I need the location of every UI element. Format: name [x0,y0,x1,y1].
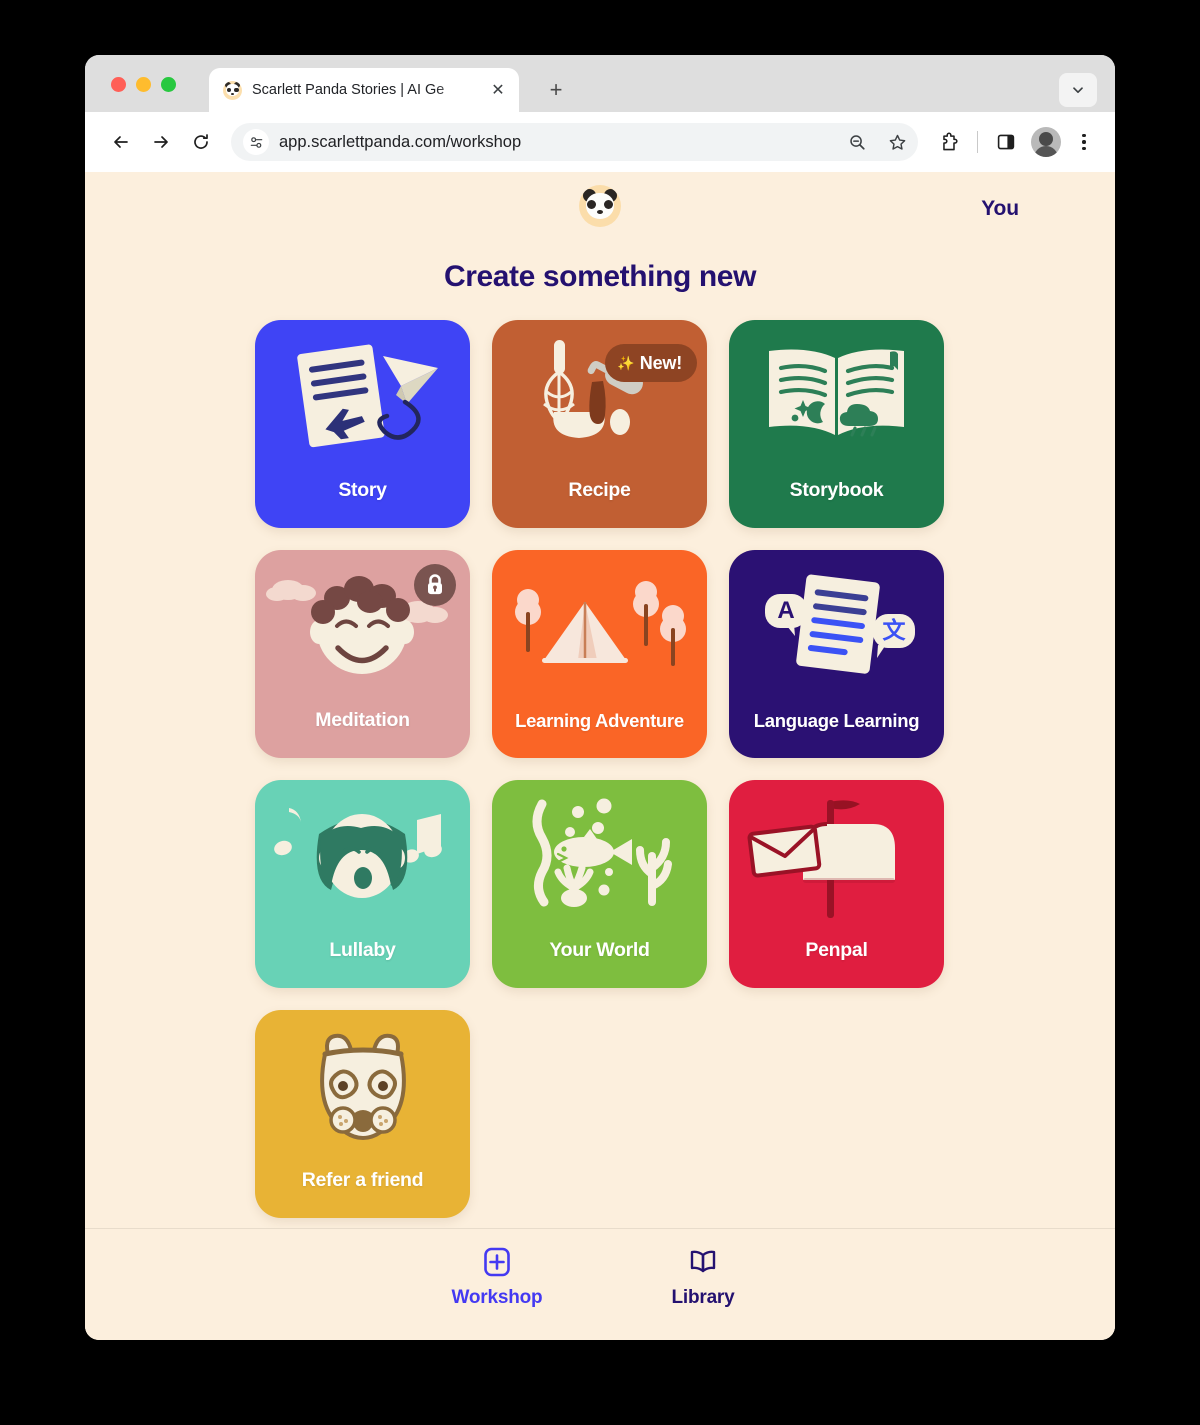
create-card-grid: Story ✨ New! Recipe Storybook Meditation… [255,320,945,1218]
panda-face-icon [255,1024,470,1154]
nav-item-library[interactable]: Library [639,1246,767,1309]
star-icon[interactable] [882,127,912,157]
screenshot-root: Scarlett Panda Stories | AI Ge ✕ + app.s… [0,0,1200,1425]
card-your-world[interactable]: Your World [492,780,707,988]
new-tab-button[interactable]: + [541,75,571,105]
card-learning-adventure[interactable]: Learning Adventure [492,550,707,758]
nav-label-workshop: Workshop [451,1287,543,1308]
card-lullaby[interactable]: Lullaby [255,780,470,988]
plus-square-icon [481,1246,513,1278]
singing-girl-notes-icon [255,794,470,924]
mailbox-envelope-icon [729,794,944,924]
forward-arrow-icon[interactable] [143,124,179,160]
nav-label-library: Library [671,1287,735,1308]
minimize-window-button[interactable] [136,77,151,92]
card-recipe[interactable]: ✨ New! Recipe [492,320,707,528]
card-label: Recipe [568,479,631,501]
card-story[interactable]: Story [255,320,470,528]
address-bar[interactable]: app.scarlettpanda.com/workshop [231,123,918,161]
card-label: Story [338,479,387,501]
sparkle-icon: ✨ [617,354,635,371]
side-panel-icon[interactable] [989,125,1023,159]
maximize-window-button[interactable] [161,77,176,92]
toolbar-divider [977,131,978,153]
site-settings-icon[interactable] [243,129,269,155]
card-label: Storybook [789,479,884,501]
card-storybook[interactable]: Storybook [729,320,944,528]
browser-window: Scarlett Panda Stories | AI Ge ✕ + app.s… [85,55,1115,1340]
reload-icon[interactable] [183,124,219,160]
open-book-icon [729,334,944,464]
card-penpal[interactable]: Penpal [729,780,944,988]
page-title: Create something new [443,260,757,293]
card-meditation[interactable]: Meditation [255,550,470,758]
window-controls [111,77,176,92]
underwater-fish-icon [492,794,707,924]
browser-toolbar: app.scarlettpanda.com/workshop [85,112,1115,172]
app-header: You [85,172,1115,248]
chevron-down-icon[interactable] [1059,73,1097,107]
tab-title: Scarlett Panda Stories | AI Ge [252,82,445,98]
new-badge: ✨ New! [605,344,697,382]
card-label: Learning Adventure [515,710,684,731]
open-book-icon [687,1246,719,1278]
paper-plane-letter-icon [255,334,470,464]
card-label: Your World [549,939,650,961]
new-badge-label: New! [639,352,682,373]
browser-tab[interactable]: Scarlett Panda Stories | AI Ge ✕ [209,68,519,112]
close-window-button[interactable] [111,77,126,92]
profile-avatar[interactable] [1031,127,1061,157]
translate-document-icon: A 文 [729,564,944,694]
card-language-learning[interactable]: A 文 Language Learning [729,550,944,758]
nav-item-workshop[interactable]: Workshop [433,1246,561,1309]
svg-text:文: 文 [883,617,907,643]
close-tab-icon[interactable]: ✕ [485,77,511,103]
svg-text:A: A [777,597,794,624]
card-label: Meditation [315,709,410,731]
browser-tab-strip: Scarlett Panda Stories | AI Ge ✕ + [85,55,1115,112]
card-label: Refer a friend [301,1169,424,1191]
card-label: Lullaby [329,939,396,961]
lock-icon [414,564,456,606]
zoom-out-icon[interactable] [842,127,872,157]
card-refer-a-friend[interactable]: Refer a friend [255,1010,470,1218]
puzzle-icon[interactable] [932,125,966,159]
account-link[interactable]: You [981,197,1019,221]
card-label: Language Learning [753,710,920,731]
three-dot-menu-icon[interactable] [1069,127,1099,157]
tent-trees-icon [492,564,707,694]
card-label: Penpal [805,939,868,961]
panda-favicon-icon [223,80,242,100]
panda-logo-icon[interactable] [579,185,621,227]
back-arrow-icon[interactable] [103,124,139,160]
page-viewport: You Create something new Story ✨ New! Re… [85,172,1115,1340]
bottom-navigation: Workshop Library [85,1228,1115,1340]
url-text[interactable]: app.scarlettpanda.com/workshop [279,133,832,152]
